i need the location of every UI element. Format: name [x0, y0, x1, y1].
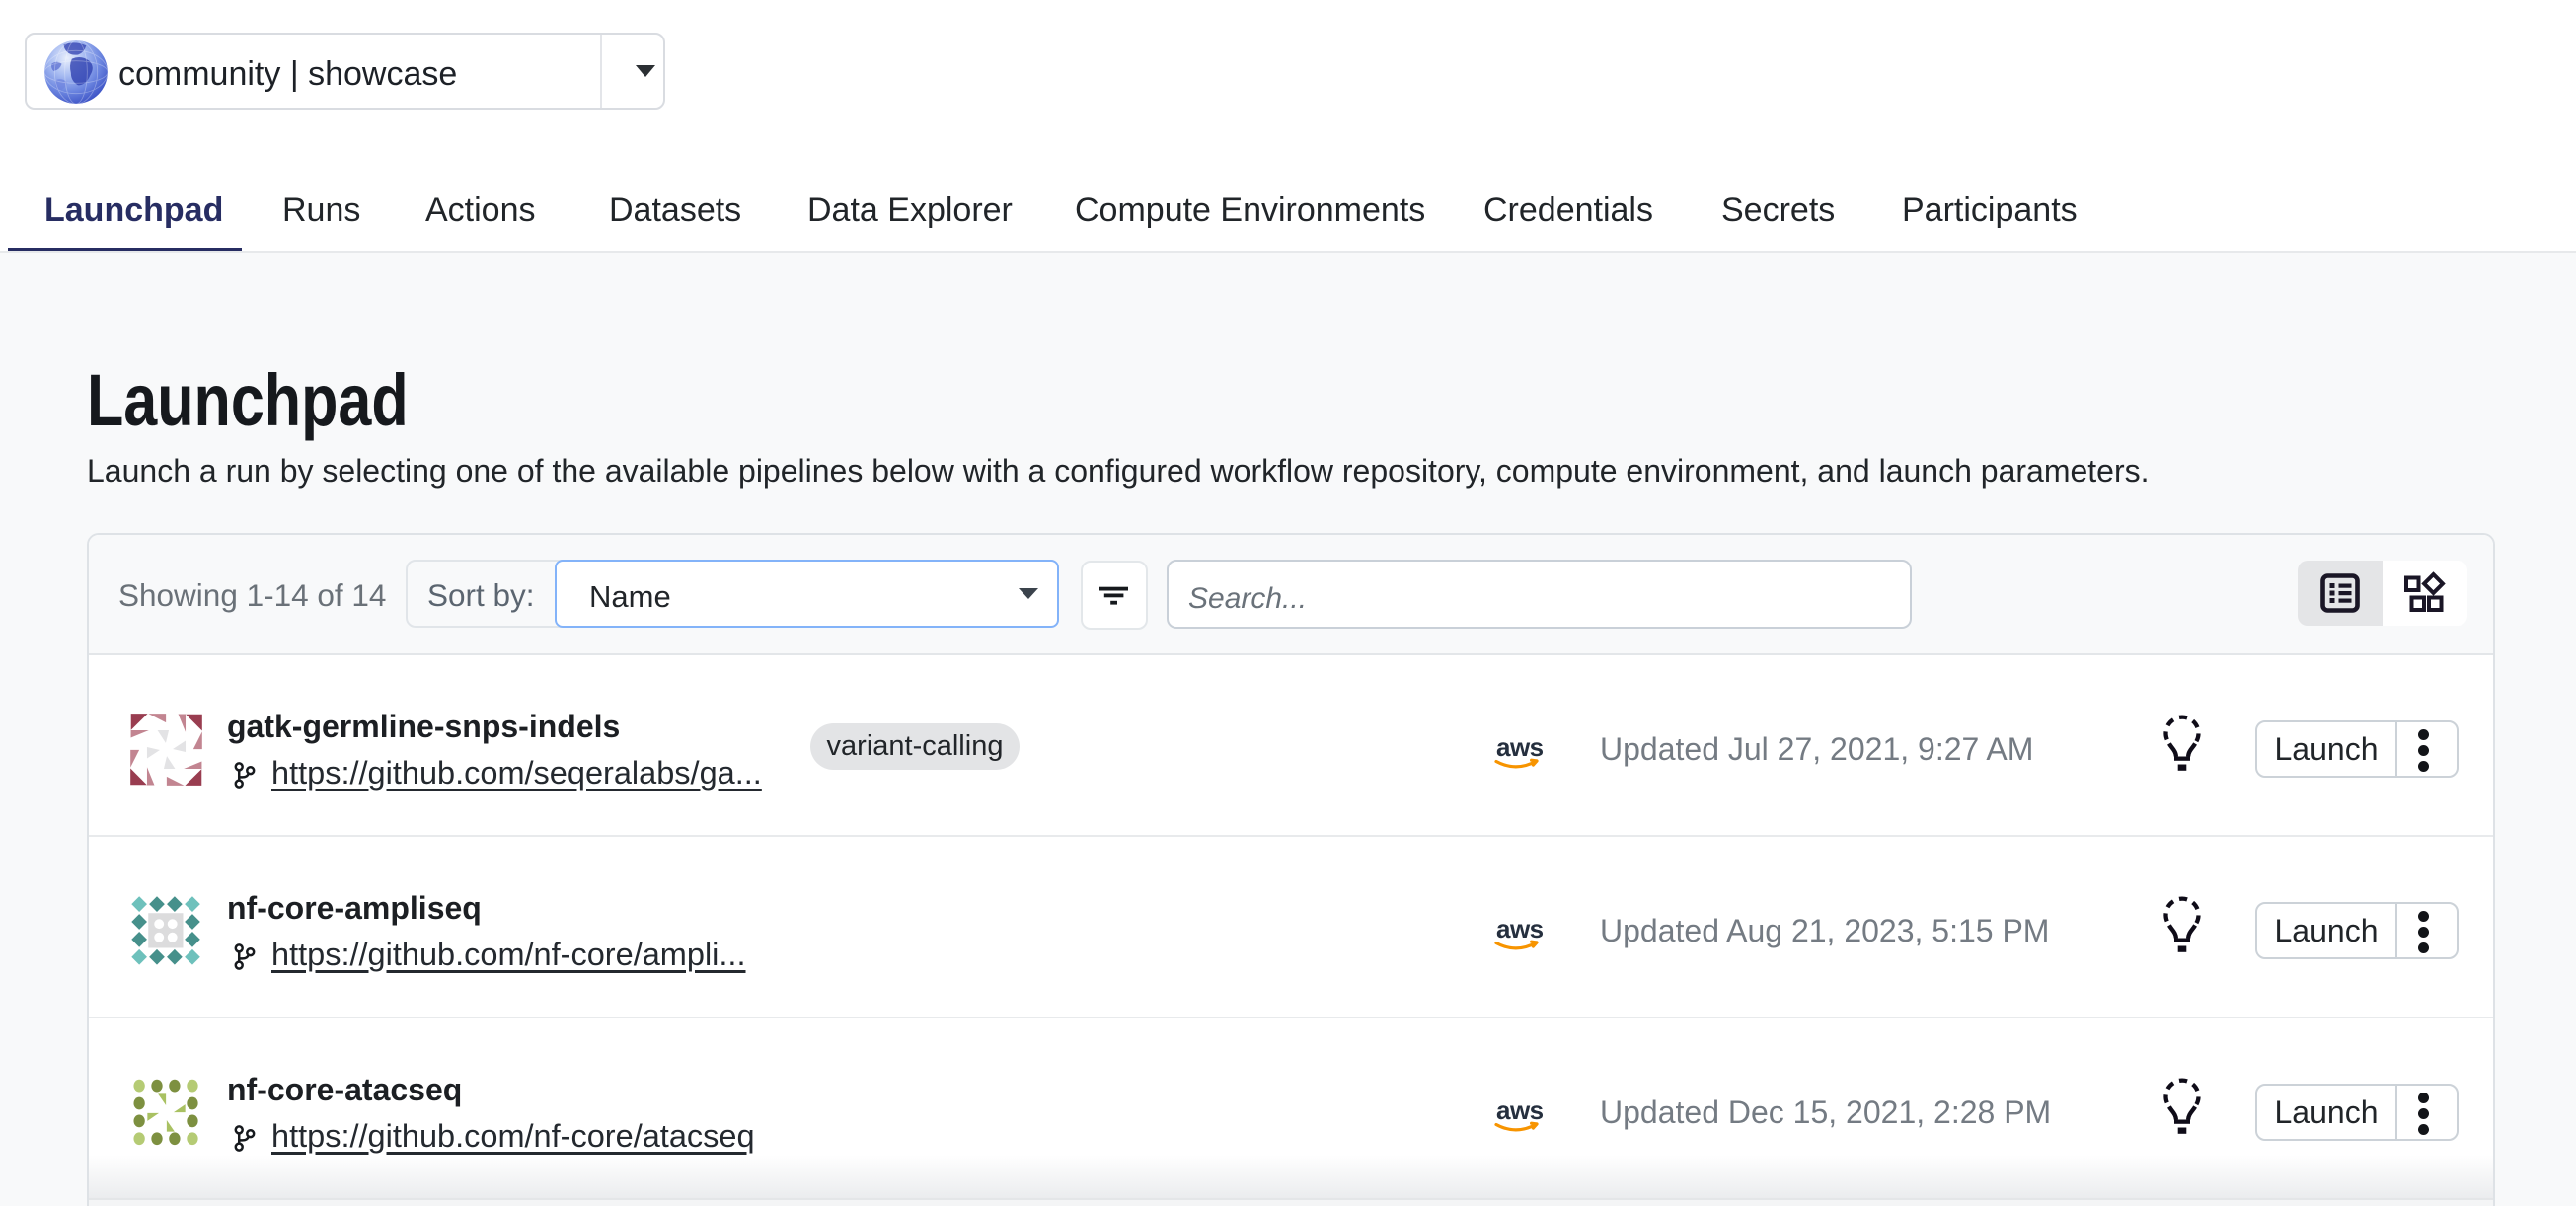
svg-text:aws: aws — [1496, 732, 1544, 762]
svg-text:aws: aws — [1496, 1095, 1544, 1125]
svg-text:aws: aws — [1496, 914, 1544, 943]
